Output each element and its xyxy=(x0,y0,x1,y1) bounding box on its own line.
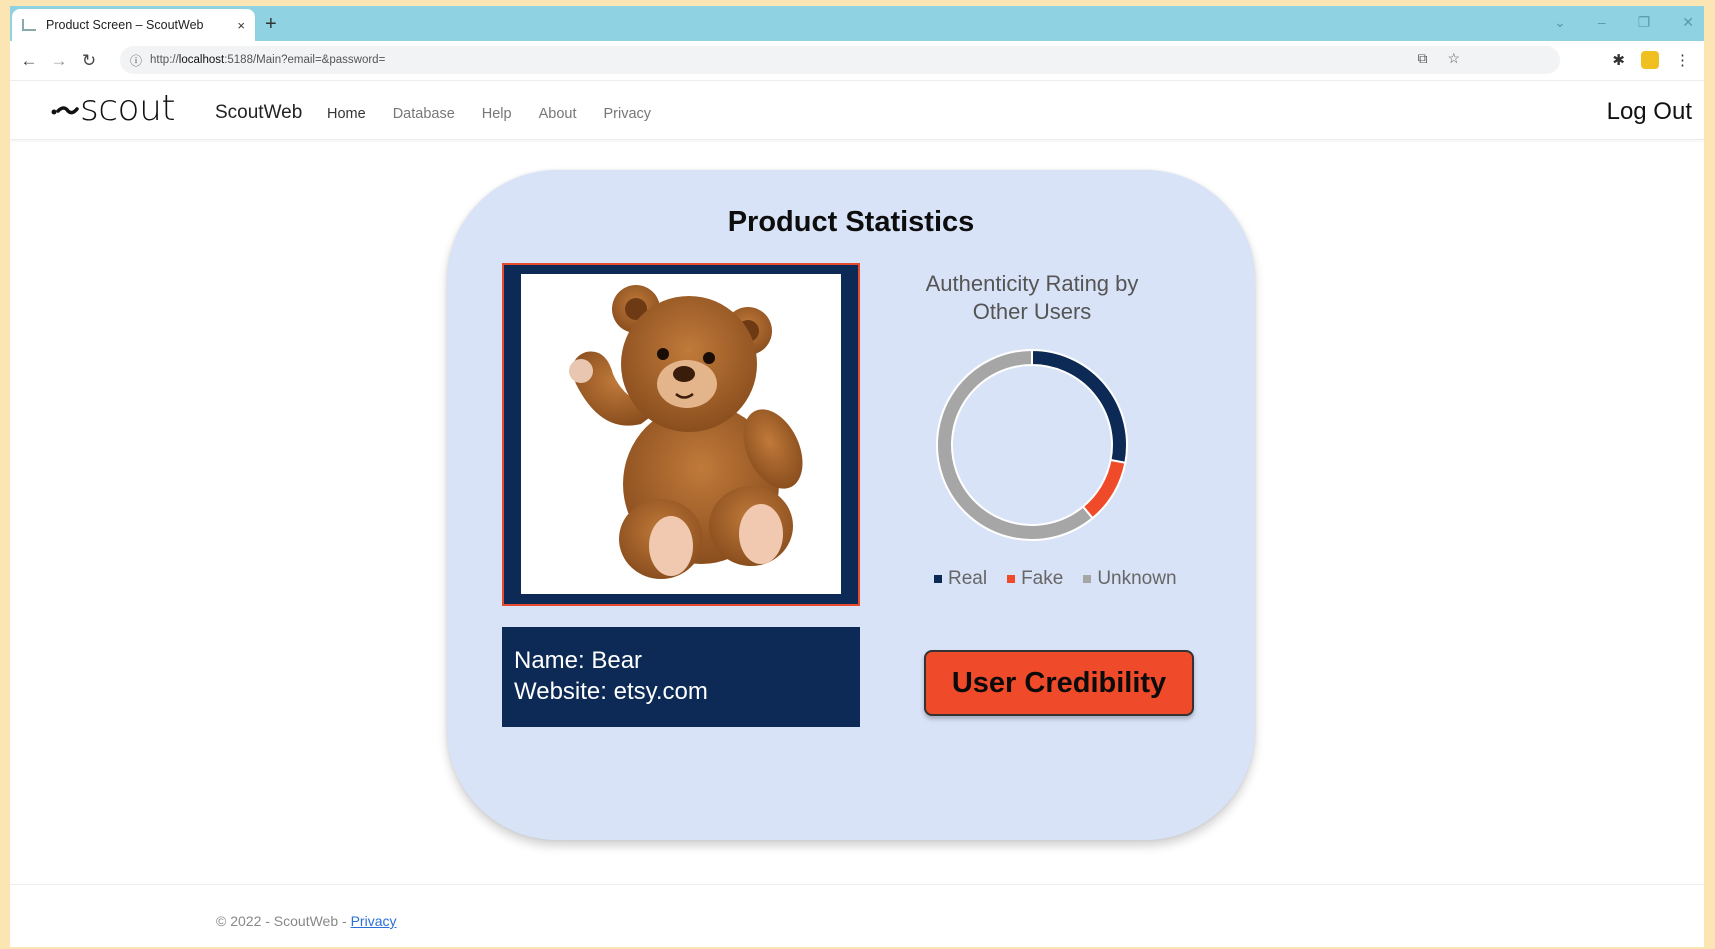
logo-text: scout xyxy=(80,88,176,129)
legend-label-unknown: Unknown xyxy=(1097,568,1177,589)
url-host: localhost xyxy=(178,54,225,66)
nav-help[interactable]: Help xyxy=(482,106,512,122)
scout-logo[interactable]: scout xyxy=(50,88,176,129)
legend-item-fake[interactable]: Fake xyxy=(1007,568,1063,590)
maximize-icon[interactable]: ❐ xyxy=(1638,14,1651,31)
footer-text: © 2022 - ScoutWeb - Privacy xyxy=(216,913,396,929)
tab-title: Product Screen – ScoutWeb xyxy=(46,18,204,32)
product-statistics-card: Product Statistics Name: Bear Website: e… xyxy=(447,170,1255,840)
forward-icon[interactable]: → xyxy=(44,51,74,71)
product-name: Name: Bear xyxy=(514,647,643,674)
chart-legend: Real Fake Unknown xyxy=(934,568,1177,590)
nav-home[interactable]: Home xyxy=(327,106,366,122)
donut-slice-fake[interactable] xyxy=(1081,458,1127,520)
back-icon[interactable]: ← xyxy=(14,51,44,71)
page-footer: © 2022 - ScoutWeb - Privacy xyxy=(10,884,1704,934)
logo-mark-icon xyxy=(50,99,80,119)
legend-swatch-real xyxy=(934,575,942,583)
donut-slice-unknown[interactable] xyxy=(936,348,1094,541)
browser-tab[interactable]: Product Screen – ScoutWeb × xyxy=(12,9,255,41)
url-prefix: http:// xyxy=(150,54,179,66)
legend-swatch-fake xyxy=(1007,575,1016,583)
browser-window: Product Screen – ScoutWeb × + ⌄ – ❐ ✕ ← … xyxy=(10,6,1704,947)
product-image xyxy=(521,274,841,594)
new-tab-button[interactable]: + xyxy=(265,13,277,36)
chart-title: Authenticity Rating by Other Users xyxy=(925,271,1139,324)
extensions-puzzle-icon[interactable]: ✱ xyxy=(1612,51,1625,69)
card-title: Product Statistics xyxy=(727,206,975,238)
address-bar[interactable]: ⓘ http://localhost:5188/Main?email=&pass… xyxy=(120,46,1560,74)
profile-icon[interactable] xyxy=(1641,51,1659,69)
browser-toolbar: ← → ↻ ⓘ http://localhost:5188/Main?email… xyxy=(10,41,1704,81)
donut-slice-real[interactable] xyxy=(1031,348,1128,464)
nav-database[interactable]: Database xyxy=(393,106,455,122)
brand-link[interactable]: ScoutWeb xyxy=(215,102,302,124)
share-icon[interactable]: ⧉ xyxy=(1417,50,1427,67)
authenticity-donut-chart xyxy=(936,348,1128,541)
page-favicon-icon xyxy=(22,19,36,31)
nav-links: Home Database Help About Privacy xyxy=(327,106,678,122)
nav-privacy[interactable]: Privacy xyxy=(604,106,652,122)
user-credibility-button[interactable]: User Credibility xyxy=(924,650,1194,716)
legend-label-real: Real xyxy=(948,568,988,589)
tab-close-icon[interactable]: × xyxy=(237,18,245,33)
url-path: :5188/Main?email=&password= xyxy=(224,54,386,66)
legend-label-fake: Fake xyxy=(1021,568,1064,589)
window-controls: ⌄ – ❐ ✕ xyxy=(1554,14,1694,31)
extension-area: ✱ ⋮ xyxy=(1612,51,1690,69)
reload-icon[interactable]: ↻ xyxy=(74,51,104,71)
legend-swatch-unknown xyxy=(1083,575,1092,583)
tab-strip: Product Screen – ScoutWeb × + ⌄ – ❐ ✕ xyxy=(10,6,1704,41)
site-info-icon[interactable]: ⓘ xyxy=(130,52,142,69)
close-window-icon[interactable]: ✕ xyxy=(1682,14,1694,31)
product-website: Website: etsy.com xyxy=(514,678,708,705)
browser-menu-icon[interactable]: ⋮ xyxy=(1675,51,1690,69)
product-info-box: Name: Bear Website: etsy.com xyxy=(502,627,860,727)
tab-search-icon[interactable]: ⌄ xyxy=(1554,14,1566,31)
footer-copyright: © 2022 - ScoutWeb - xyxy=(216,913,351,929)
legend-item-unknown[interactable]: Unknown xyxy=(1083,568,1177,590)
minimize-icon[interactable]: – xyxy=(1598,14,1606,31)
logout-button[interactable]: Log Out xyxy=(1607,98,1692,126)
product-image-frame xyxy=(502,263,860,606)
site-navbar: scout ScoutWeb Home Database Help About … xyxy=(10,82,1704,140)
footer-privacy-link[interactable]: Privacy xyxy=(351,913,397,929)
legend-item-real[interactable]: Real xyxy=(934,568,987,590)
teddy-bear-image xyxy=(569,285,803,579)
bookmark-star-icon[interactable]: ☆ xyxy=(1447,50,1460,67)
nav-about[interactable]: About xyxy=(539,106,577,122)
